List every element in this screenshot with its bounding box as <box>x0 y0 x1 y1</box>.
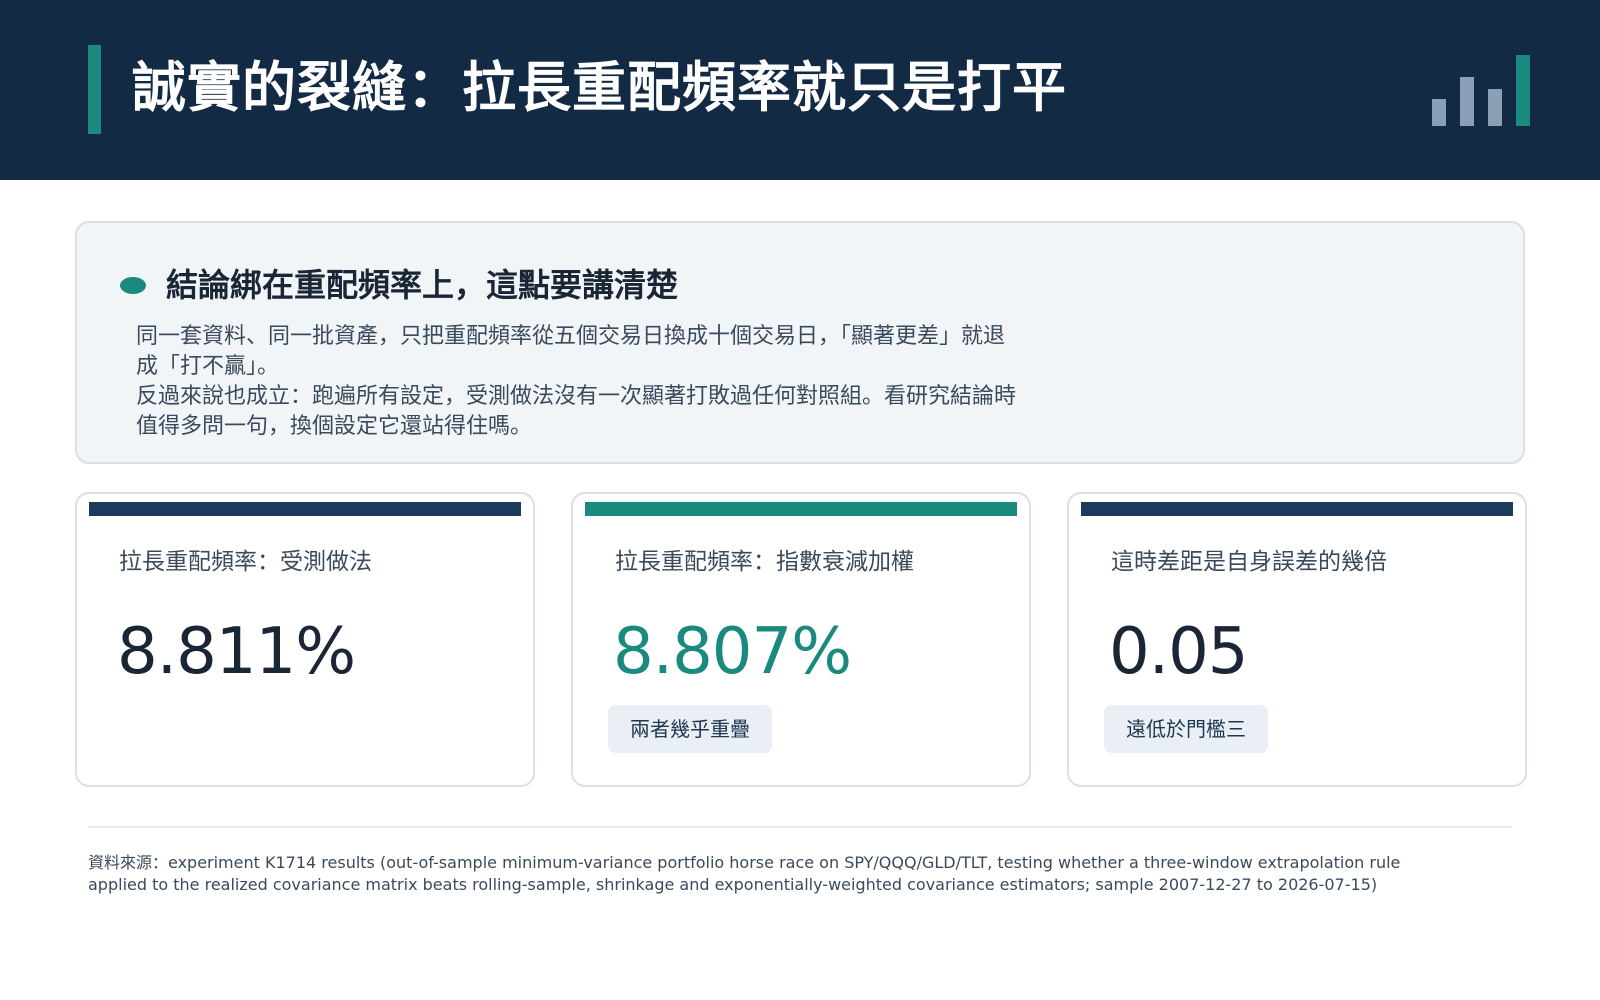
kpi-badge: 遠低於門檻三 <box>1104 705 1268 753</box>
logo-bar-3 <box>1488 89 1502 126</box>
title-accent-bar <box>88 45 101 134</box>
bullet-dot-icon <box>120 277 146 294</box>
kpi-label: 拉長重配頻率：指數衰減加權 <box>615 549 914 575</box>
kpi-badge: 兩者幾乎重疊 <box>608 705 772 753</box>
footer-divider <box>88 826 1512 828</box>
kpi-card-gap-ratio: 這時差距是自身誤差的幾倍 0.05 遠低於門檻三 <box>1067 492 1527 787</box>
logo-bar-2 <box>1460 77 1474 126</box>
kpi-value: 8.811% <box>117 615 356 689</box>
logo-bar-4 <box>1516 55 1530 126</box>
source-footnote: 資料來源：experiment K1714 results (out-of-sa… <box>88 853 1401 894</box>
kpi-value: 8.807% <box>613 615 852 689</box>
summary-heading: 結論綁在重配頻率上，這點要講清楚 <box>166 266 679 304</box>
card-top-bar <box>89 502 521 516</box>
logo-bar-1 <box>1432 99 1446 126</box>
kpi-value: 0.05 <box>1109 615 1248 689</box>
summary-paragraph: 同一套資料、同一批資產，只把重配頻率從五個交易日換成十個交易日，「顯著更差」就退… <box>136 324 1006 379</box>
kpi-card-tested-method: 拉長重配頻率：受測做法 8.811% <box>75 492 535 787</box>
summary-paragraph: 反過來說也成立：跑遍所有設定，受測做法沒有一次顯著打敗過任何對照組。看研究結論時… <box>136 384 1017 439</box>
kpi-label: 拉長重配頻率：受測做法 <box>119 549 372 575</box>
kpi-card-ewma: 拉長重配頻率：指數衰減加權 8.807% 兩者幾乎重疊 <box>571 492 1031 787</box>
kpi-label: 這時差距是自身誤差的幾倍 <box>1111 549 1387 575</box>
page-title: 誠實的裂縫：拉長重配頻率就只是打平 <box>132 56 1067 119</box>
card-top-bar <box>1081 502 1513 516</box>
summary-body: 同一套資料、同一批資產，只把重配頻率從五個交易日換成十個交易日，「顯著更差」就退… <box>136 322 1026 442</box>
title-banner: 誠實的裂縫：拉長重配頻率就只是打平 <box>0 0 1600 180</box>
card-top-bar <box>585 502 1017 516</box>
bar-chart-logo-icon <box>1432 55 1536 126</box>
summary-panel: 結論綁在重配頻率上，這點要講清楚 同一套資料、同一批資產，只把重配頻率從五個交易… <box>75 221 1525 464</box>
